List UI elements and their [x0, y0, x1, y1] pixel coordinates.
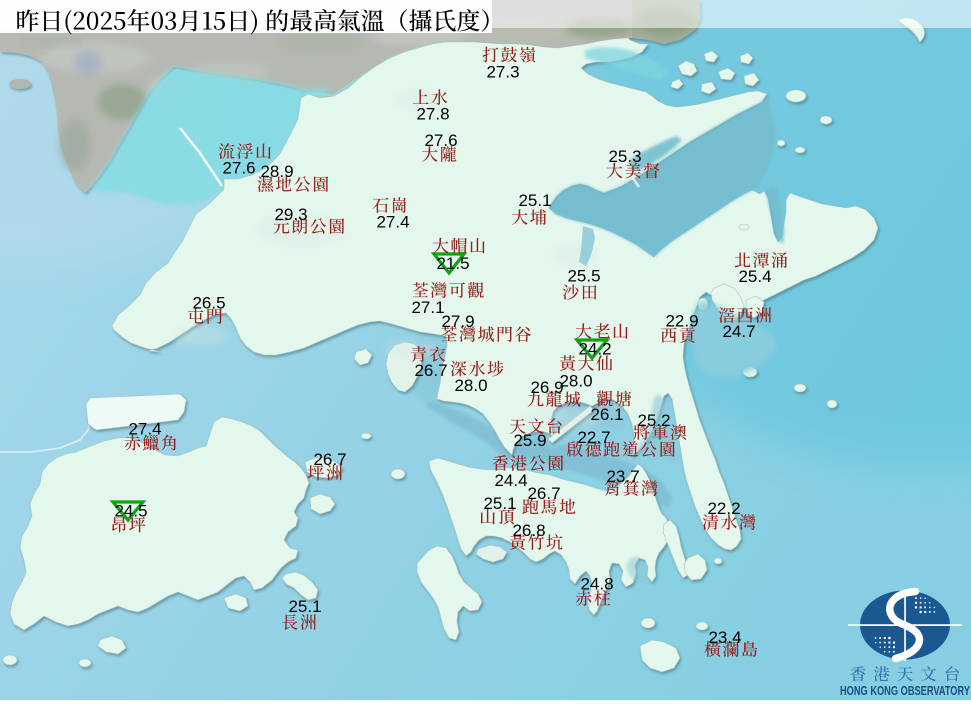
svg-text:27.1: 27.1 [411, 298, 444, 317]
svg-text:24.8: 24.8 [580, 575, 613, 594]
svg-text:27.3: 27.3 [486, 63, 519, 82]
svg-text:26.9: 26.9 [530, 378, 563, 397]
svg-text:23.4: 23.4 [708, 628, 741, 647]
svg-text:26.7: 26.7 [414, 361, 447, 380]
svg-text:26.7: 26.7 [313, 450, 346, 469]
svg-text:21.5: 21.5 [436, 254, 469, 273]
svg-text:29.3: 29.3 [274, 205, 307, 224]
svg-text:27.4: 27.4 [376, 213, 409, 232]
svg-text:HONG KONG OBSERVATORY: HONG KONG OBSERVATORY [840, 683, 970, 698]
svg-text:25.5: 25.5 [567, 267, 600, 286]
svg-text:24.2: 24.2 [578, 340, 611, 359]
svg-text:26.1: 26.1 [590, 405, 623, 424]
svg-text:25.2: 25.2 [637, 411, 670, 430]
svg-text:25.4: 25.4 [738, 267, 771, 286]
svg-text:28.0: 28.0 [559, 372, 592, 391]
svg-text:27.4: 27.4 [128, 420, 161, 439]
svg-text:26.7: 26.7 [527, 484, 560, 503]
svg-text:25.1: 25.1 [288, 597, 321, 616]
svg-text:27.6: 27.6 [424, 131, 457, 150]
svg-text:22.7: 22.7 [577, 428, 610, 447]
svg-text:28.9: 28.9 [260, 162, 293, 181]
svg-text:27.8: 27.8 [416, 105, 449, 124]
svg-text:24.5: 24.5 [114, 502, 147, 521]
svg-text:22.2: 22.2 [707, 499, 740, 518]
svg-text:26.8: 26.8 [512, 521, 545, 540]
svg-text:27.6: 27.6 [222, 159, 255, 178]
svg-text:23.7: 23.7 [606, 467, 639, 486]
svg-text:24.4: 24.4 [494, 471, 527, 490]
svg-text:22.9: 22.9 [665, 312, 698, 331]
svg-text:26.5: 26.5 [192, 294, 225, 313]
svg-text:28.0: 28.0 [454, 376, 487, 395]
svg-text:25.3: 25.3 [608, 147, 641, 166]
svg-text:24.7: 24.7 [722, 322, 755, 341]
svg-text:25.1: 25.1 [518, 191, 551, 210]
svg-text:25.1: 25.1 [483, 494, 516, 513]
svg-text:25.9: 25.9 [513, 431, 546, 450]
svg-text:27.9: 27.9 [441, 312, 474, 331]
